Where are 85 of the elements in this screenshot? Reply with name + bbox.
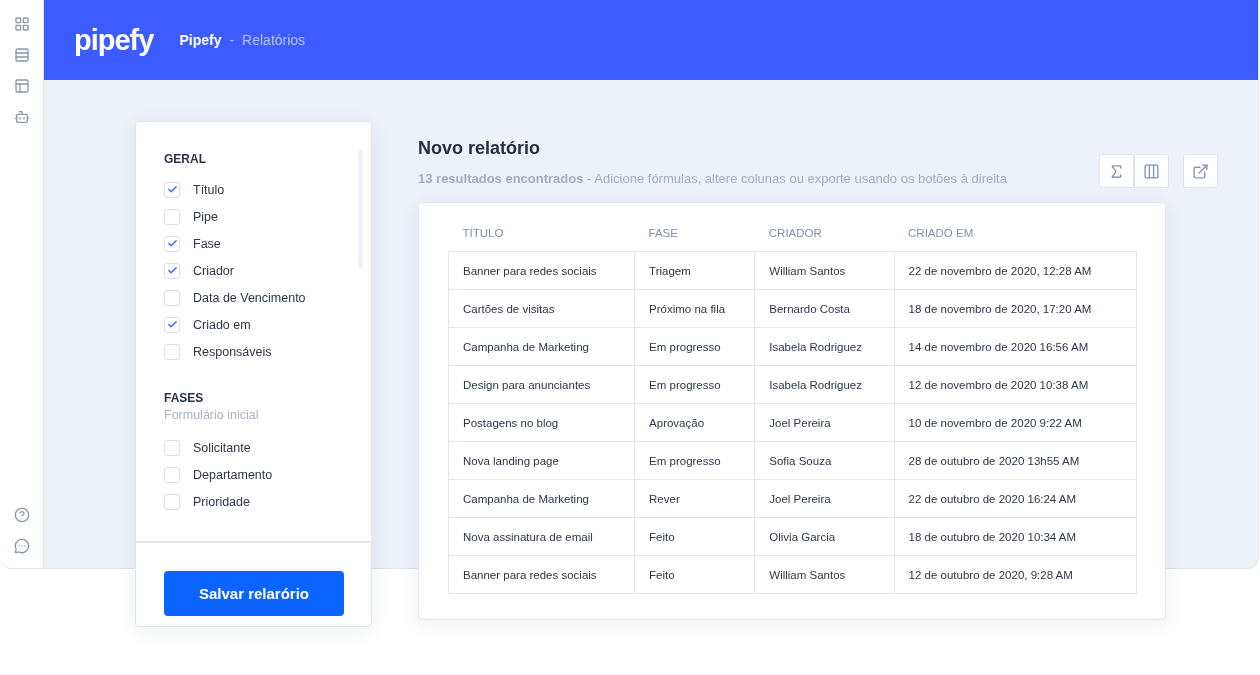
checkbox[interactable] bbox=[164, 439, 180, 456]
table-cell: Triagem bbox=[634, 251, 755, 290]
table-cell: Rever bbox=[634, 479, 755, 518]
section-title: GERAL bbox=[164, 152, 207, 166]
table-cell: 22 de novembro de 2020, 12:28 AM bbox=[894, 251, 1137, 290]
table-cell: 10 de novembro de 2020 9:22 AM bbox=[894, 403, 1137, 442]
column-header: FASE bbox=[634, 223, 755, 252]
table-cell: 28 de outubro de 2020 13h55 AM bbox=[894, 441, 1137, 480]
checkbox-label: Fase bbox=[193, 236, 221, 251]
breadcrumb-item[interactable]: Pipefy bbox=[179, 32, 222, 48]
help-icon[interactable] bbox=[13, 507, 30, 523]
checkbox-label: Departamento bbox=[193, 467, 273, 482]
checkbox-label: Prioridade bbox=[193, 494, 250, 509]
table-cell: William Santos bbox=[754, 555, 895, 594]
checkbox-label: Criado em bbox=[193, 317, 251, 332]
grid-icon[interactable] bbox=[13, 16, 30, 32]
table-cell: Cartões de visitas bbox=[448, 289, 635, 328]
checkbox[interactable] bbox=[164, 181, 180, 198]
table-cell: Banner para redes sociais bbox=[448, 555, 635, 594]
checkbox-label: Data de Vencimento bbox=[193, 290, 306, 305]
report-subtitle: 13 resultados encontrados - Adicione fórmulas, altere colunas ou exporte usando os botões à direita bbox=[418, 171, 1007, 186]
breadcrumb-item[interactable]: - bbox=[229, 32, 235, 48]
export-icon bbox=[1192, 162, 1209, 180]
table-cell: Olivia Garcia bbox=[754, 517, 895, 556]
table-cell: Joel Pereira bbox=[754, 479, 895, 518]
check-icon bbox=[166, 184, 178, 195]
rows-icon[interactable] bbox=[13, 47, 30, 63]
checkbox[interactable] bbox=[164, 466, 180, 483]
table-cell: William Santos bbox=[754, 251, 895, 290]
logo[interactable]: pipefy bbox=[74, 23, 154, 57]
checkbox[interactable] bbox=[164, 493, 180, 510]
columns-icon bbox=[1143, 162, 1160, 180]
section-subtitle: Formulário inicial bbox=[164, 408, 260, 422]
check-icon bbox=[166, 238, 178, 249]
table-cell: 18 de novembro de 2020, 17:20 AM bbox=[894, 289, 1137, 328]
table-cell: Campanha de Marketing bbox=[448, 327, 635, 366]
table-cell: Próximo na fila bbox=[634, 289, 755, 328]
table-cell: Feito bbox=[634, 555, 755, 594]
checkbox[interactable] bbox=[164, 262, 180, 279]
table-cell: 18 de outubro de 2020 10:34 AM bbox=[894, 517, 1137, 556]
check-icon bbox=[166, 319, 178, 330]
table-cell: Joel Pereira bbox=[754, 403, 895, 442]
checkbox-label: Responsáveis bbox=[193, 344, 272, 359]
section-title: FASES bbox=[164, 391, 205, 405]
robot-icon[interactable] bbox=[13, 109, 30, 125]
table-cell: 12 de novembro de 2020 10:38 AM bbox=[894, 365, 1137, 404]
checkbox[interactable] bbox=[164, 208, 180, 225]
table-cell: Design para anunciantes bbox=[448, 365, 635, 404]
table-cell: Postagens no blog bbox=[448, 403, 635, 442]
checkbox-label: Criador bbox=[193, 263, 234, 278]
columns-button[interactable] bbox=[1134, 154, 1169, 188]
table-cell: Em progresso bbox=[634, 441, 755, 480]
table-cell: 22 de outubro de 2020 16:24 AM bbox=[894, 479, 1137, 518]
checkbox[interactable] bbox=[164, 289, 180, 306]
table-cell: Campanha de Marketing bbox=[448, 479, 635, 518]
formula-button[interactable] bbox=[1099, 154, 1134, 188]
table-cell: Aprovação bbox=[634, 403, 755, 442]
table-cell: Isabela Rodriguez bbox=[754, 365, 895, 404]
check-icon bbox=[166, 265, 178, 276]
checkbox[interactable] bbox=[164, 343, 180, 360]
layout-icon[interactable] bbox=[13, 78, 30, 94]
checkbox-label: Solicitante bbox=[193, 440, 251, 455]
table-cell: Em progresso bbox=[634, 365, 755, 404]
report-title: Novo relatório bbox=[418, 138, 542, 159]
table-cell: Nova assinatura de email bbox=[448, 517, 635, 556]
checkbox-label: Título bbox=[193, 182, 225, 197]
export-button[interactable] bbox=[1183, 154, 1218, 188]
checkbox[interactable] bbox=[164, 235, 180, 252]
table-cell: Em progresso bbox=[634, 327, 755, 366]
table-cell: 14 de novembro de 2020 16:56 AM bbox=[894, 327, 1137, 366]
table-cell: 12 de outubro de 2020, 9:28 AM bbox=[894, 555, 1137, 594]
table-cell: Bernardo Costa bbox=[754, 289, 895, 328]
checkbox-label: Pipe bbox=[193, 209, 219, 224]
save-button[interactable]: Salvar relarório bbox=[164, 571, 344, 616]
checkbox[interactable] bbox=[164, 316, 180, 333]
column-header: CRIADOR bbox=[754, 223, 895, 252]
chat-icon[interactable] bbox=[13, 538, 30, 554]
column-header: TÍTULO bbox=[448, 223, 635, 252]
table-cell: Sofia Souza bbox=[754, 441, 895, 480]
breadcrumb-item[interactable]: Relatórios bbox=[242, 32, 306, 48]
column-header: CRIADO EM bbox=[894, 223, 1137, 252]
table-cell: Nova landing page bbox=[448, 441, 635, 480]
table-cell: Feito bbox=[634, 517, 755, 556]
table-cell: Isabela Rodriguez bbox=[754, 327, 895, 366]
table-cell: Banner para redes sociais bbox=[448, 251, 635, 290]
